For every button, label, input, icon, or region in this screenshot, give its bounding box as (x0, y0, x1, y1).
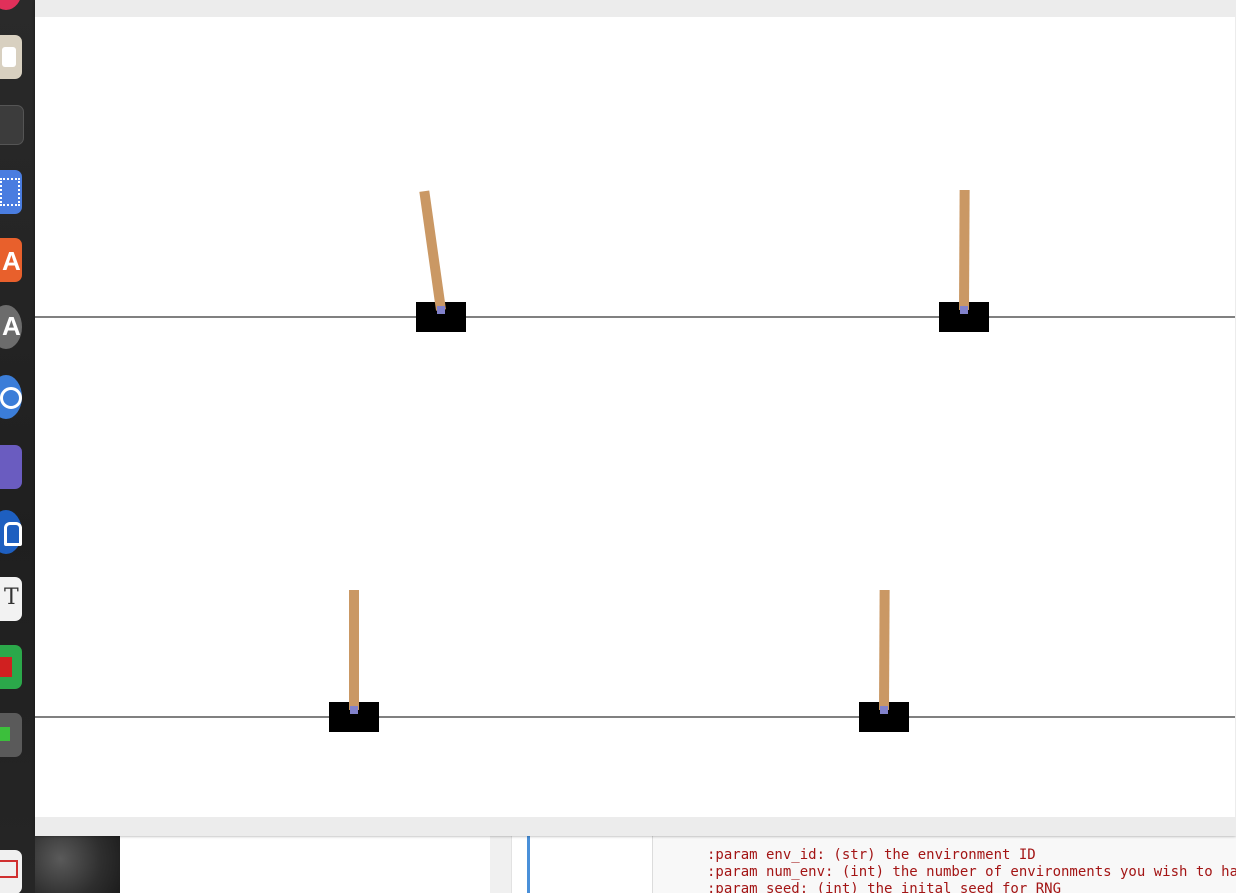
files-icon[interactable] (0, 35, 22, 79)
screenshot-icon[interactable] (0, 170, 22, 214)
wallpaper-fragment (35, 836, 120, 893)
background-sidebar-accent (527, 836, 530, 893)
pole-body (959, 189, 970, 311)
software-updater-icon[interactable]: A (0, 305, 22, 349)
render-window[interactable] (35, 0, 1236, 836)
axle (960, 306, 968, 314)
pole-body (419, 190, 446, 311)
background-panel-divider (490, 836, 511, 893)
terminal-icon[interactable] (0, 105, 24, 145)
code-icon[interactable] (0, 713, 22, 757)
software-store-icon[interactable]: A (0, 238, 22, 282)
desktop: A A T :param env_id: (str) the environme… (0, 0, 1236, 893)
vpn-icon[interactable] (0, 510, 22, 554)
code-line[interactable]: :param env_id: (str) the environment ID (707, 847, 1036, 864)
pole (349, 590, 359, 710)
background-panel (120, 836, 490, 893)
pole (419, 190, 446, 311)
cartpole-grid (35, 189, 1235, 732)
axle (350, 706, 358, 714)
pole-body (349, 590, 359, 710)
axle (880, 706, 888, 714)
pole (879, 589, 890, 711)
sheets-icon[interactable] (0, 645, 22, 689)
teams-icon[interactable] (0, 445, 22, 489)
render-canvas (35, 17, 1235, 817)
chrome-icon[interactable] (0, 375, 22, 419)
axle (437, 306, 445, 314)
text-editor-icon[interactable]: T (0, 577, 22, 621)
dock: A A T (0, 0, 35, 893)
code-line[interactable]: :param seed: (int) the inital seed for R… (707, 881, 1061, 893)
background-sidebar (511, 836, 652, 893)
document-viewer-icon[interactable] (0, 850, 22, 893)
pole-body (879, 589, 890, 711)
app-icon-red[interactable] (0, 0, 22, 10)
pole (959, 189, 970, 311)
code-line[interactable]: :param num_env: (int) the number of envi… (707, 864, 1236, 881)
